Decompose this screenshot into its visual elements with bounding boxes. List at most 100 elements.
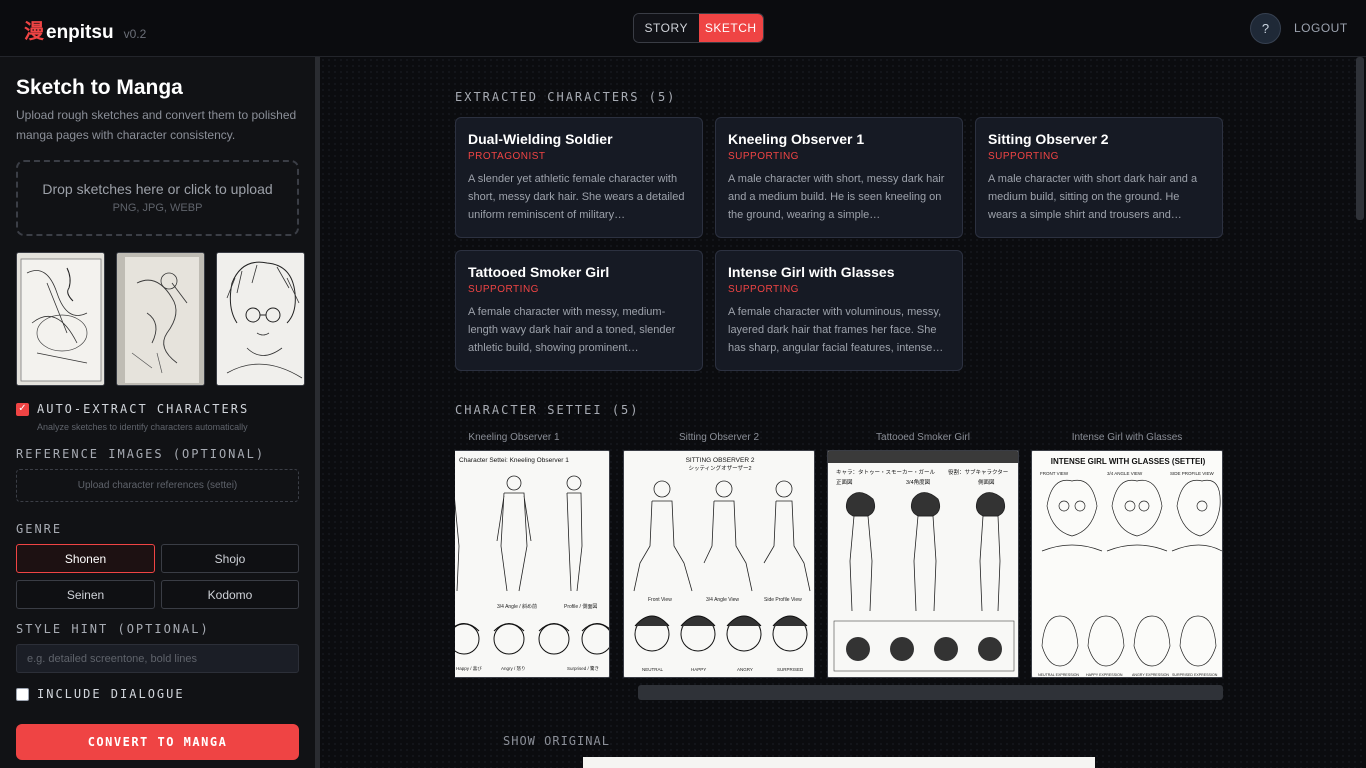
settei-caption: Sitting Observer 2 [678, 432, 760, 443]
settei-view-label: 3/4 Angle View [706, 597, 739, 603]
character-role: PROTAGONIST [468, 151, 546, 162]
character-role: SUPPORTING [468, 284, 539, 295]
auto-extract-label: AUTO-EXTRACT CHARACTERS [37, 402, 250, 416]
main-scrollbar[interactable] [1356, 57, 1364, 220]
character-description: A male character with short dark hair an… [988, 173, 1198, 221]
character-card[interactable]: Sitting Observer 2 SUPPORTING A male cha… [975, 117, 1223, 238]
settei-image: SITTING OBSERVER 2 シッティングオザーザー2 Front Vi… [623, 450, 815, 678]
logo-kanji: 漫 [24, 19, 44, 43]
character-name: Sitting Observer 2 [988, 131, 1109, 147]
character-description: A female character with voluminous, mess… [728, 306, 944, 354]
genre-shojo-button[interactable]: Shojo [161, 544, 299, 573]
character-name: Tattooed Smoker Girl [468, 264, 610, 280]
settei-sheet-title: Character Settei: Kneeling Observer 1 [459, 457, 569, 464]
settei-caption: Tattooed Smoker Girl [876, 432, 970, 443]
settei-sheet-role: 役割：サブキャラクター [948, 468, 1008, 476]
settei-carousel[interactable]: Kneeling Observer 1 Character Settei: Kn… [455, 430, 1223, 680]
auto-extract-checkbox[interactable]: ✓ [16, 402, 29, 416]
settei-expression-label: Angry / 怒り [501, 665, 526, 672]
sketch-thumbnail[interactable] [116, 252, 205, 386]
character-role: SUPPORTING [988, 151, 1059, 162]
character-name: Dual-Wielding Soldier [468, 131, 613, 147]
settei-view-label: Front View [648, 597, 672, 603]
settei-view-label: FRONT VIEW [1040, 471, 1069, 476]
character-card[interactable]: Kneeling Observer 1 SUPPORTING A male ch… [715, 117, 963, 238]
character-description: A female character with messy, medium-le… [468, 306, 676, 354]
settei-view-label: Side Profile View [764, 597, 802, 603]
genre-label: GENRE [16, 522, 63, 536]
convert-button[interactable]: CONVERT TO MANGA [16, 724, 299, 760]
settei-sheet[interactable]: Sitting Observer 2 SITTING OBSERVER 2 シッ… [623, 430, 815, 678]
sidebar-description: Upload rough sketches and convert them t… [16, 108, 297, 142]
settei-caption: Kneeling Observer 1 [468, 432, 560, 443]
settei-view-label: 3/4 ANGLE VIEW [1107, 471, 1143, 476]
settei-expression-label: NEUTRAL [642, 667, 664, 672]
settei-scrollbar[interactable] [638, 685, 1223, 700]
settei-sheet-title: SITTING OBSERVER 2 [686, 457, 755, 464]
settei-sheet[interactable]: Intense Girl with Glasses INTENSE GIRL W… [1031, 430, 1223, 678]
app-header: 漫 enpitsu v0.2 STORY SKETCH ? LOGOUT [0, 0, 1366, 57]
app-logo[interactable]: 漫 enpitsu v0.2 [24, 15, 146, 44]
character-name: Kneeling Observer 1 [728, 131, 865, 147]
dialogue-checkbox[interactable] [16, 687, 29, 701]
sketch-thumbnail[interactable] [216, 252, 305, 386]
settei-view-label: Profile / 側面図 [564, 603, 597, 610]
main-panel: EXTRACTED CHARACTERS (5) Dual-Wielding S… [320, 57, 1366, 768]
help-button[interactable]: ? [1250, 13, 1281, 44]
settei-expression-label: ANGRY [737, 667, 753, 672]
sidebar: Sketch to Manga Upload rough sketches an… [0, 57, 315, 768]
character-card[interactable]: Intense Girl with Glasses SUPPORTING A f… [715, 250, 963, 371]
genre-kodomo-button[interactable]: Kodomo [161, 580, 299, 609]
character-name: Intense Girl with Glasses [728, 264, 895, 280]
show-original-button[interactable]: SHOW ORIGINAL [503, 734, 610, 748]
settei-view-label: SIDE PROFILE VIEW [1170, 471, 1215, 476]
auto-extract-hint: Analyze sketches to identify characters … [37, 422, 248, 432]
settei-expression-label: SURPRISED [777, 667, 804, 672]
settei-expression-label: NEUTRAL EXPRESSION [1038, 673, 1079, 677]
character-card[interactable]: Dual-Wielding Soldier PROTAGONIST A slen… [455, 117, 703, 238]
sketch-thumbnail[interactable] [16, 252, 105, 386]
settei-view-label: 3/4角度図 [906, 478, 931, 486]
character-description: A male character with short, messy dark … [728, 173, 945, 221]
settei-expression-label: Happy / 喜び [456, 665, 482, 672]
dialogue-label: INCLUDE DIALOGUE [37, 687, 185, 701]
character-description: A slender yet athletic female character … [468, 173, 685, 221]
auto-extract-row[interactable]: ✓ AUTO-EXTRACT CHARACTERS [16, 402, 249, 416]
genre-seinen-button[interactable]: Seinen [16, 580, 155, 609]
settei-expression-label: HAPPY EXPRESSION [1086, 673, 1123, 677]
settei-expression-label: Surprised / 驚き [567, 665, 599, 672]
version-label: v0.2 [123, 27, 147, 41]
style-hint-input[interactable]: e.g. detailed screentone, bold lines [16, 644, 299, 673]
sketch-mode-button[interactable]: SKETCH [698, 14, 763, 42]
mode-toggle: STORY SKETCH [633, 13, 764, 43]
settei-sheet[interactable]: Kneeling Observer 1 Character Settei: Kn… [455, 430, 610, 678]
logout-button[interactable]: LOGOUT [1294, 21, 1348, 35]
logo-text: enpitsu [46, 22, 114, 43]
settei-view-label: 側面図 [978, 478, 995, 486]
sketch-thumbnails [16, 252, 305, 386]
settei-image: キャラ：タトゥー・スモーカー・ガール 役割：サブキャラクター 正面図 3/4角度… [827, 450, 1019, 678]
settei-sheet-subtitle: シッティングオザーザー2 [688, 464, 751, 472]
settei-sheet[interactable]: Tattooed Smoker Girl キャラ：タトゥー・スモーカー・ガール … [827, 430, 1019, 678]
character-settei-label: CHARACTER SETTEI (5) [455, 403, 640, 417]
story-mode-button[interactable]: STORY [634, 14, 699, 42]
genre-shonen-button[interactable]: Shonen [16, 544, 155, 573]
dialogue-row[interactable]: INCLUDE DIALOGUE [16, 687, 185, 701]
manga-preview-page [583, 757, 1095, 768]
settei-image: Character Settei: Kneeling Observer 1 3/… [455, 450, 610, 678]
reference-label: REFERENCE IMAGES (OPTIONAL) [16, 447, 266, 461]
settei-image: INTENSE GIRL WITH GLASSES (SETTEI) FRONT… [1031, 450, 1223, 678]
dropzone-formats: PNG, JPG, WEBP [112, 202, 203, 214]
character-role: SUPPORTING [728, 284, 799, 295]
sketch-dropzone[interactable]: Drop sketches here or click to upload PN… [16, 160, 299, 236]
style-hint-label: STYLE HINT (OPTIONAL) [16, 622, 210, 636]
settei-expression-label: SURPRISED EXPRESSION [1172, 673, 1218, 677]
character-role: SUPPORTING [728, 151, 799, 162]
settei-view-label: 3/4 Angle / 斜め前 [497, 603, 537, 610]
character-card[interactable]: Tattooed Smoker Girl SUPPORTING A female… [455, 250, 703, 371]
settei-sheet-title: INTENSE GIRL WITH GLASSES (SETTEI) [1051, 457, 1206, 466]
settei-caption: Intense Girl with Glasses [1071, 432, 1183, 443]
settei-view-label: 正面図 [836, 479, 853, 486]
settei-expression-label: ANGRY EXPRESSION [1132, 673, 1169, 677]
reference-upload[interactable]: Upload character references (settei) [16, 469, 299, 502]
